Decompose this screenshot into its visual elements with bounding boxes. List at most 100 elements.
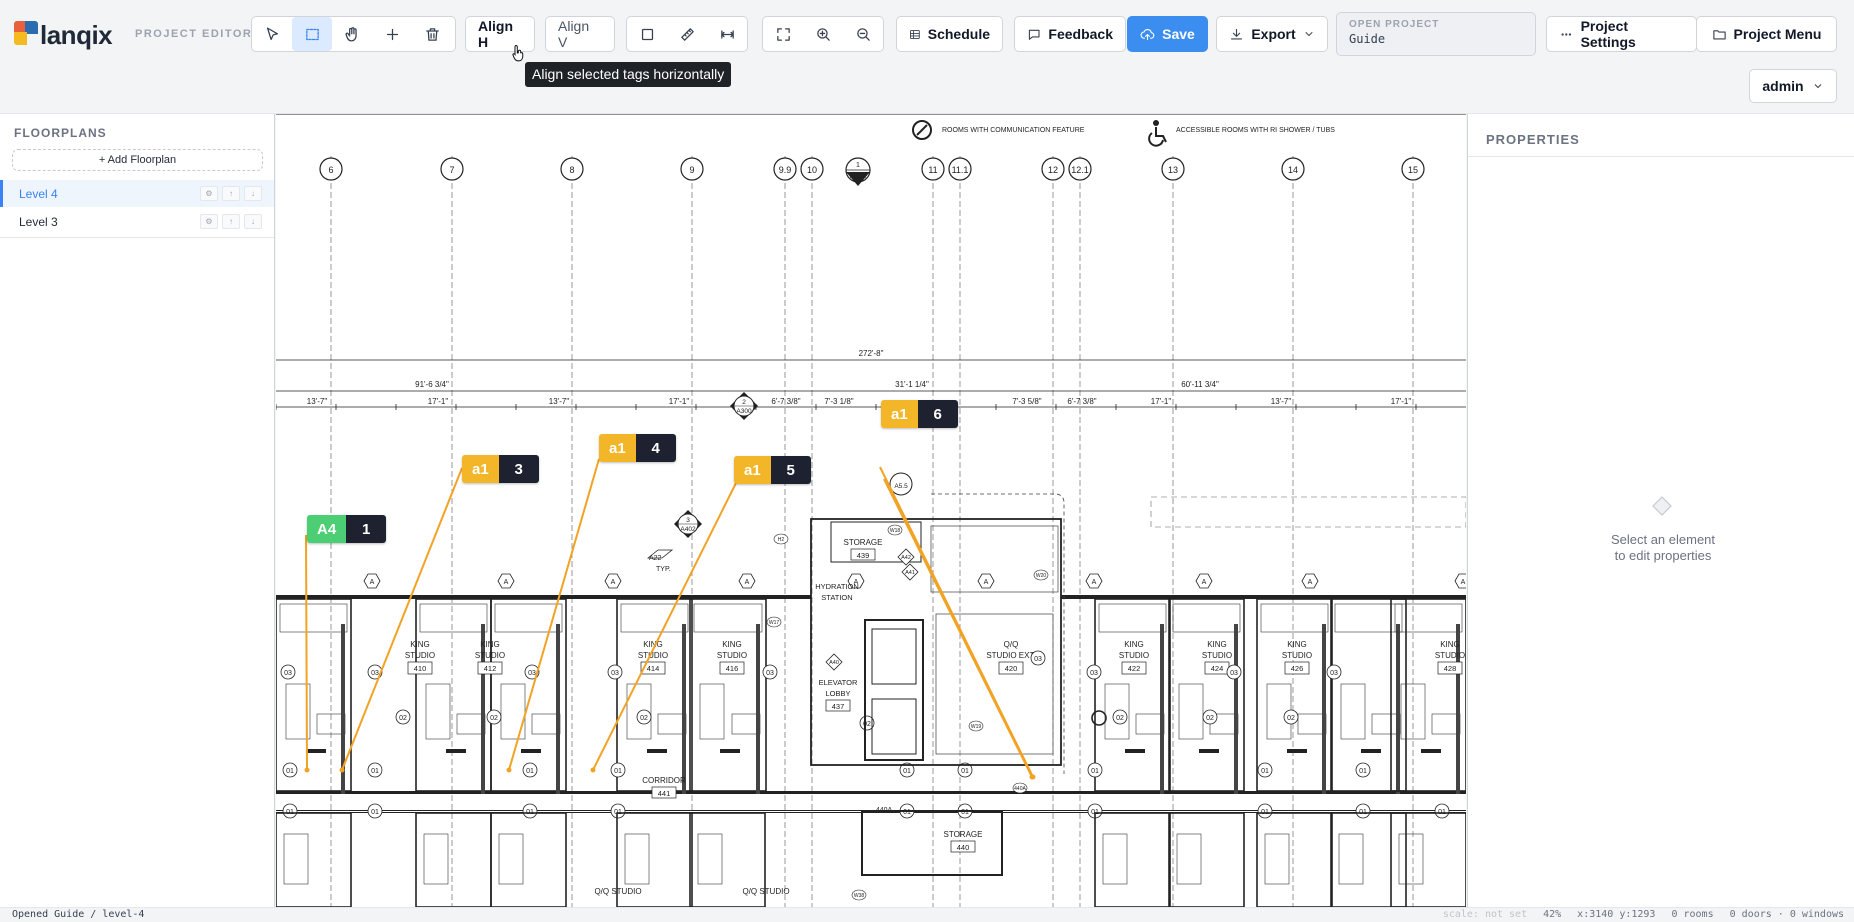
diamond-callout-label: A40 — [829, 660, 839, 666]
move-down-icon[interactable]: ↓ — [244, 214, 262, 229]
room-name: STORAGE — [944, 830, 983, 839]
callout-label: 01 — [371, 768, 379, 775]
callout-label: 03 — [1034, 656, 1042, 663]
room-number: 439 — [857, 551, 870, 560]
save-button[interactable]: Save — [1127, 16, 1208, 52]
floorplan-canvas[interactable]: ROOMS WITH COMMUNICATION FEATURE ACCESSIB… — [276, 114, 1466, 907]
room-number: 422 — [1128, 664, 1141, 673]
suite-door — [1361, 749, 1381, 753]
room-name: KING — [480, 640, 500, 649]
suite-wall — [682, 624, 686, 794]
room-number: 440 — [957, 843, 970, 852]
room-name: STUDIO — [405, 651, 435, 660]
room-name: KING — [1207, 640, 1227, 649]
suite-fixture — [1371, 713, 1401, 735]
room-tag-code: a1 — [734, 456, 771, 484]
marquee-tool-button[interactable] — [292, 17, 332, 51]
storage-room — [861, 810, 1003, 876]
room-name: LOBBY — [825, 689, 850, 698]
room-name: STUDIO — [1435, 651, 1465, 660]
grid-label: 9.9 — [779, 165, 792, 175]
suite-outline — [490, 812, 567, 907]
dim-bay: 17'-1" — [1391, 397, 1412, 406]
suite-bath — [1340, 683, 1366, 740]
add-tool-button[interactable] — [372, 17, 412, 51]
properties-divider — [1468, 156, 1854, 157]
grid-label: 13 — [1168, 165, 1178, 175]
suite-fixture — [657, 713, 687, 735]
align-v-button[interactable]: Align V — [545, 16, 615, 52]
dimension-icon — [720, 29, 734, 39]
suite-closet — [1098, 603, 1167, 633]
callout-label: 01 — [371, 809, 379, 816]
user-menu-button[interactable]: admin — [1749, 69, 1837, 103]
room-tag[interactable]: A4 1 — [307, 515, 387, 543]
delete-tool-button[interactable] — [412, 17, 452, 51]
rectangle-tool-button[interactable] — [627, 17, 667, 51]
zoom-in-button[interactable] — [803, 17, 843, 51]
room-tag[interactable]: a1 6 — [881, 400, 958, 428]
open-project-field[interactable]: OPEN PROJECT Guide — [1336, 12, 1536, 56]
room-name: STUDIO — [1202, 651, 1232, 660]
floorplan-item-level-3[interactable]: Level 3 ⚙ ↑ ↓ — [0, 208, 274, 235]
chevron-down-icon — [1814, 84, 1821, 89]
floorplan-item-level-4[interactable]: Level 4 ⚙ ↑ ↓ — [0, 180, 274, 207]
project-settings-button[interactable]: Project Settings — [1546, 16, 1697, 52]
floorplans-sidebar: FLOORPLANS + Add Floorplan Level 4 ⚙ ↑ ↓… — [0, 114, 275, 907]
move-down-icon[interactable]: ↓ — [244, 186, 262, 201]
suite-bath — [1398, 833, 1424, 885]
grid-label: 15 — [1408, 165, 1418, 175]
floorplan-drawing: ROOMS WITH COMMUNICATION FEATURE ACCESSIB… — [276, 114, 1466, 907]
add-floorplan-button[interactable]: + Add Floorplan — [12, 149, 263, 171]
zoom-in-icon — [816, 27, 830, 41]
tag-leader-anchor — [304, 767, 310, 773]
open-project-label: OPEN PROJECT — [1349, 19, 1440, 30]
tag-leader-anchor — [590, 767, 596, 773]
qq-ext-outline — [931, 493, 1065, 774]
square-icon — [641, 28, 653, 40]
legend-communication-text: ROOMS WITH COMMUNICATION FEATURE — [942, 127, 1085, 134]
properties-empty-state: Select an element to edit properties — [1568, 532, 1758, 564]
settings-icon[interactable]: ⚙ — [200, 214, 218, 229]
accessible-icon — [1153, 120, 1159, 126]
schedule-button[interactable]: Schedule — [896, 16, 1003, 52]
zoom-out-icon — [856, 27, 870, 41]
zoom-out-button[interactable] — [843, 17, 883, 51]
measure-tool-button[interactable] — [667, 17, 707, 51]
small-callout-label: W17 — [769, 620, 780, 626]
room-tag-number: 3 — [498, 455, 539, 483]
grid-label: 10 — [807, 165, 817, 175]
export-button[interactable]: Export — [1216, 16, 1328, 52]
settings-icon[interactable]: ⚙ — [200, 186, 218, 201]
view-tool-group — [762, 16, 884, 52]
room-number: 428 — [1444, 664, 1457, 673]
dimension-tool-button[interactable] — [707, 17, 747, 51]
room-tag[interactable]: a1 5 — [734, 456, 811, 484]
suite-closet — [419, 603, 488, 633]
schedule-label: Schedule — [927, 26, 990, 42]
suite-outline — [1168, 812, 1245, 907]
room-number: 410 — [414, 664, 427, 673]
app-logo[interactable]: lanqix — [14, 18, 113, 52]
move-up-icon[interactable]: ↑ — [222, 186, 240, 201]
fit-view-button[interactable] — [763, 17, 803, 51]
callout-label: A — [1202, 579, 1207, 586]
suite-door — [446, 749, 466, 753]
room-name: Q/Q STUDIO — [742, 887, 789, 896]
project-menu-button[interactable]: Project Menu — [1696, 16, 1837, 52]
room-tag[interactable]: a1 4 — [599, 434, 676, 462]
qq-suite — [935, 613, 1054, 755]
suite-closet — [1394, 603, 1463, 633]
feedback-button[interactable]: Feedback — [1014, 16, 1126, 52]
select-tool-button[interactable] — [252, 17, 292, 51]
logo-text: lanqix — [40, 19, 113, 50]
tag-leader-line — [879, 466, 1034, 778]
move-up-icon[interactable]: ↑ — [222, 214, 240, 229]
dim-bay: 17'-1" — [1151, 397, 1172, 406]
tag-leader-line — [341, 467, 463, 771]
status-zoom: 42% — [1543, 909, 1562, 920]
room-tag-code: a1 — [599, 434, 636, 462]
pan-tool-button[interactable] — [332, 17, 372, 51]
room-tag[interactable]: a1 3 — [462, 455, 539, 483]
status-scale: scale: not set — [1442, 909, 1528, 920]
